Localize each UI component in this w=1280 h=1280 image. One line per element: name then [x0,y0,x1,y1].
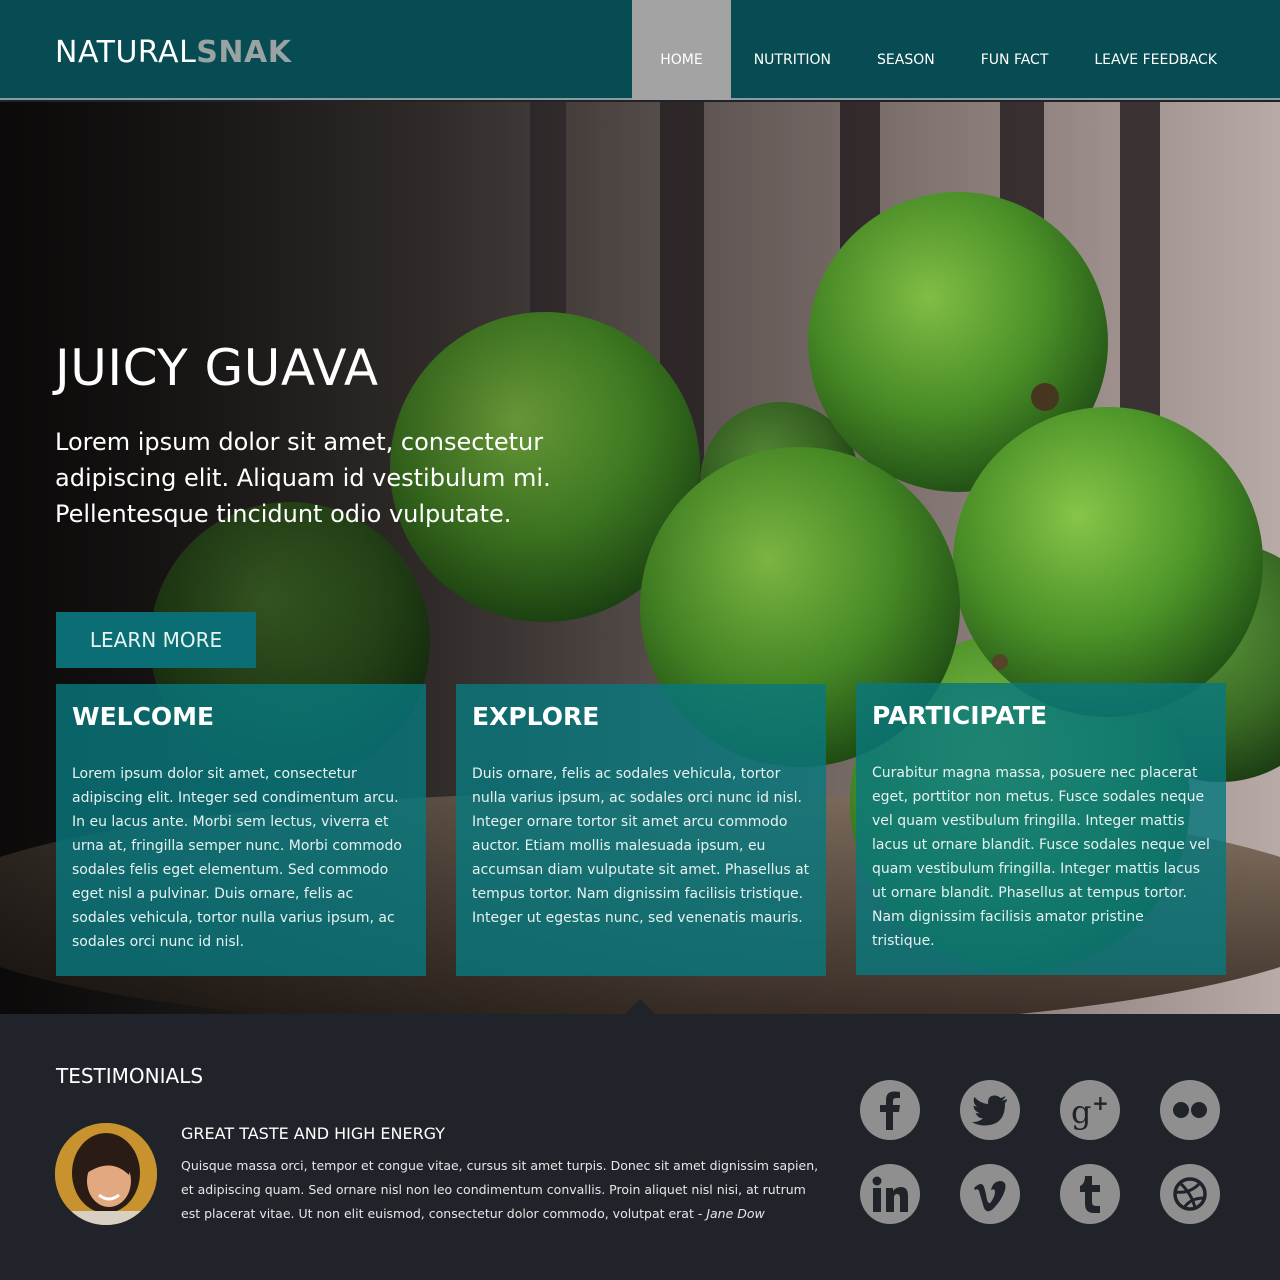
nav-item-fun-fact[interactable]: FUN FACT [958,0,1072,100]
section-pointer [625,999,655,1014]
avatar [55,1123,157,1225]
nav-item-season[interactable]: SEASON [854,0,958,100]
svg-text:g: g [1071,1093,1091,1131]
card-body: Curabitur magna massa, posuere nec place… [872,765,1210,949]
tumblr-icon[interactable] [1060,1164,1120,1224]
brand-name-part1: NATURAL [55,35,197,70]
brand-logo[interactable]: NATURALSNAK [55,36,291,70]
main-nav: HOME NUTRITION SEASON FUN FACT LEAVE FEE… [632,0,1240,100]
dribbble-icon[interactable] [1160,1164,1220,1224]
svg-text:+: + [1092,1091,1109,1115]
google-plus-icon[interactable]: g + [1060,1080,1120,1140]
testimonial-author: Jane Dow [706,1206,765,1221]
card-title: PARTICIPATE [872,701,1048,730]
explore-card: EXPLORE Duis ornare, felis ac sodales ve… [456,684,826,976]
twitter-icon[interactable] [960,1080,1020,1140]
site-header: NATURALSNAK HOME NUTRITION SEASON FUN FA… [0,0,1280,100]
brand-name-part2: SNAK [196,35,292,70]
hero-title: JUICY GUAVA [55,339,379,397]
testimonials-heading: TESTIMONIALS [56,1064,204,1088]
flickr-icon[interactable] [1160,1080,1220,1140]
facebook-icon[interactable] [860,1080,920,1140]
vimeo-icon[interactable] [960,1164,1020,1224]
hero-description: Lorem ipsum dolor sit amet, consectetur … [55,428,551,528]
linkedin-icon[interactable] [860,1164,920,1224]
learn-more-button[interactable]: LEARN MORE [56,612,256,668]
testimonial-title: GREAT TASTE AND HIGH ENERGY [181,1124,446,1143]
nav-item-leave-feedback[interactable]: LEAVE FEEDBACK [1071,0,1240,100]
avatar-image [55,1123,157,1225]
nav-item-nutrition[interactable]: NUTRITION [731,0,854,100]
testimonial-body: Quisque massa orci, tempor et congue vit… [181,1154,821,1226]
nav-item-home[interactable]: HOME [632,0,731,100]
card-title: EXPLORE [472,702,600,731]
card-body: Duis ornare, felis ac sodales vehicula, … [472,766,810,926]
card-title: WELCOME [72,702,215,731]
welcome-card: WELCOME Lorem ipsum dolor sit amet, cons… [56,684,426,976]
card-body: Lorem ipsum dolor sit amet, consectetur … [72,766,402,950]
participate-card: PARTICIPATE Curabitur magna massa, posue… [856,683,1226,975]
